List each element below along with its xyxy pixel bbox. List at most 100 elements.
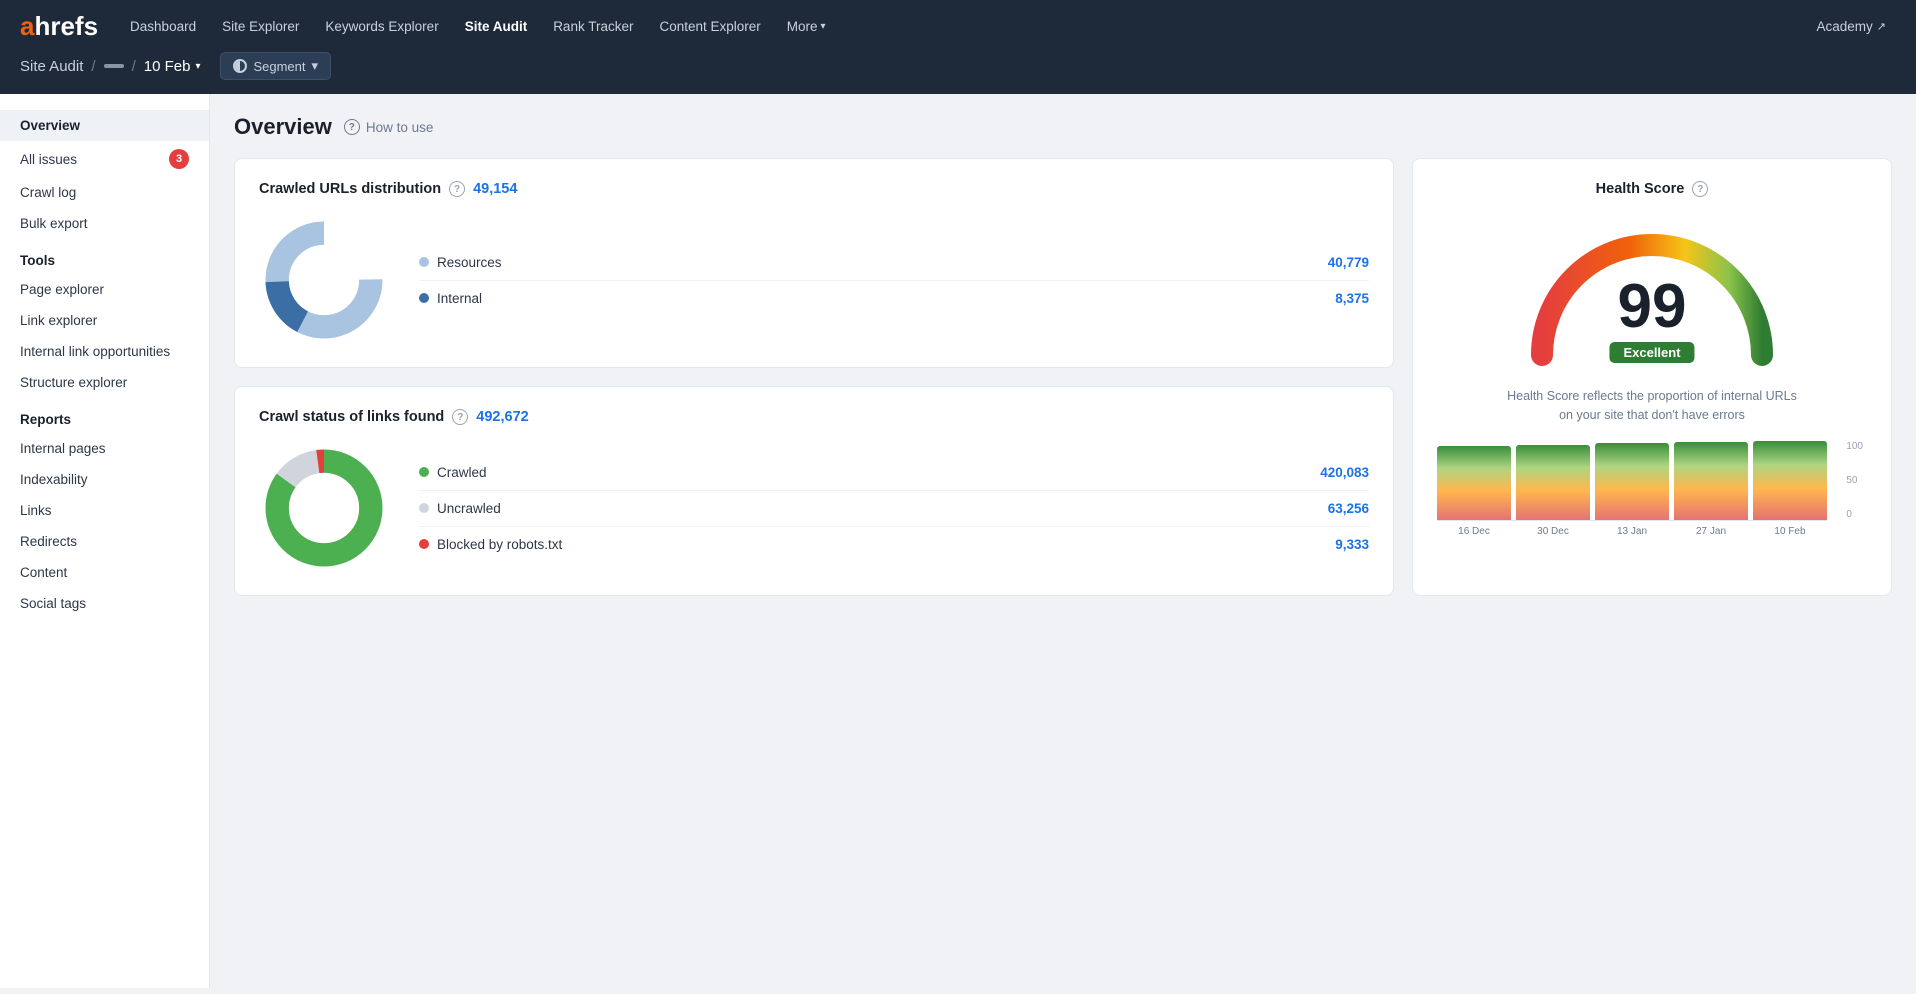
cards-grid: Crawled URLs distribution ? 49,154 [234, 158, 1892, 596]
sidebar-item-label: Internal pages [20, 441, 106, 456]
main-content: Overview ? How to use Crawled URLs distr… [210, 94, 1916, 988]
bar-3 [1595, 443, 1669, 520]
y-label-100: 100 [1846, 441, 1863, 452]
nav-rank-tracker[interactable]: Rank Tracker [543, 13, 643, 40]
crawled-urls-legend: Resources 40,779 Internal 8,375 [419, 245, 1369, 316]
crawled-label: Crawled [437, 465, 487, 480]
internal-value[interactable]: 8,375 [1335, 291, 1369, 306]
gauge-number: 99 [1609, 276, 1694, 338]
legend-item-resources: Resources 40,779 [419, 245, 1369, 281]
resources-value[interactable]: 40,779 [1328, 255, 1369, 270]
how-to-use-label: How to use [366, 120, 434, 135]
sidebar-item-label: Internal link opportunities [20, 344, 170, 359]
sidebar-item-bulk-export[interactable]: Bulk export [0, 208, 209, 239]
nav-dashboard[interactable]: Dashboard [120, 13, 206, 40]
sidebar-item-label: Links [20, 503, 52, 518]
gauge-score-overlay: 99 Excellent [1609, 276, 1694, 363]
sidebar-item-links[interactable]: Links [0, 495, 209, 526]
crawled-value[interactable]: 420,083 [1320, 465, 1369, 480]
sidebar-item-label: Indexability [20, 472, 88, 487]
how-to-use-button[interactable]: ? How to use [344, 119, 434, 135]
sidebar-item-all-issues[interactable]: All issues 3 [0, 141, 209, 177]
help-icon: ? [344, 119, 360, 135]
crawl-status-svg [259, 443, 389, 573]
bar-chart-bars: 100 50 0 [1437, 441, 1827, 521]
blocked-value[interactable]: 9,333 [1335, 537, 1369, 552]
sidebar-item-structure-explorer[interactable]: Structure explorer [0, 367, 209, 398]
health-score-info-icon[interactable]: ? [1692, 181, 1708, 197]
bar-5 [1753, 441, 1827, 520]
gauge-badge: Excellent [1609, 342, 1694, 363]
sidebar-item-label: Crawl log [20, 185, 76, 200]
crawled-urls-chart-row: Resources 40,779 Internal 8,375 [259, 215, 1369, 345]
nav-more[interactable]: More [777, 13, 836, 40]
crawled-urls-card: Crawled URLs distribution ? 49,154 [234, 158, 1394, 368]
bar-label-1: 30 Dec [1516, 526, 1590, 537]
sidebar-item-label: Redirects [20, 534, 77, 549]
bar-label-0: 16 Dec [1437, 526, 1511, 537]
sidebar-item-social-tags[interactable]: Social tags [0, 588, 209, 619]
health-bar-chart: 100 50 0 16 Dec 30 Dec 13 Jan 27 Jan 10 … [1437, 441, 1867, 537]
sidebar-item-overview[interactable]: Overview [0, 110, 209, 141]
sidebar-item-internal-link-opps[interactable]: Internal link opportunities [0, 336, 209, 367]
crawled-urls-info-icon[interactable]: ? [449, 181, 465, 197]
sidebar-item-label: All issues [20, 152, 77, 167]
sidebar-item-label: Social tags [20, 596, 86, 611]
sidebar: Overview All issues 3 Crawl log Bulk exp… [0, 94, 210, 988]
legend-item-crawled: Crawled 420,083 [419, 455, 1369, 491]
sidebar-item-redirects[interactable]: Redirects [0, 526, 209, 557]
crawled-urls-title-row: Crawled URLs distribution ? 49,154 [259, 181, 1369, 197]
crawled-dot [419, 467, 429, 477]
sidebar-item-link-explorer[interactable]: Link explorer [0, 305, 209, 336]
internal-label: Internal [437, 291, 482, 306]
y-label-50: 50 [1846, 475, 1863, 486]
page-title: Overview [234, 114, 332, 140]
nav-academy[interactable]: Academy [1807, 13, 1897, 40]
segment-chevron: ▾ [312, 58, 319, 74]
main-layout: Overview All issues 3 Crawl log Bulk exp… [0, 94, 1916, 988]
sidebar-item-page-explorer[interactable]: Page explorer [0, 274, 209, 305]
crawl-status-donut [259, 443, 389, 573]
logo[interactable]: ahrefs [20, 11, 98, 42]
segment-button[interactable]: Segment ▾ [220, 52, 331, 80]
breadcrumb-sep1: / [91, 58, 95, 75]
uncrawled-value[interactable]: 63,256 [1328, 501, 1369, 516]
donut-svg [259, 215, 389, 345]
bar-chart-labels: 16 Dec 30 Dec 13 Jan 27 Jan 10 Feb [1437, 526, 1827, 537]
crawled-urls-donut [259, 215, 389, 345]
sidebar-item-crawl-log[interactable]: Crawl log [0, 177, 209, 208]
y-axis: 100 50 0 [1846, 441, 1863, 520]
nav-content-explorer[interactable]: Content Explorer [649, 13, 770, 40]
sidebar-item-label: Overview [20, 118, 80, 133]
sidebar-item-internal-pages[interactable]: Internal pages [0, 433, 209, 464]
crawl-status-total[interactable]: 492,672 [476, 409, 528, 425]
uncrawled-label: Uncrawled [437, 501, 501, 516]
crawled-urls-total[interactable]: 49,154 [473, 181, 517, 197]
breadcrumb-site-name[interactable] [104, 64, 124, 68]
crawl-status-title-row: Crawl status of links found ? 492,672 [259, 409, 1369, 425]
gauge-container: 99 Excellent [1522, 215, 1782, 375]
breadcrumb-site-audit: Site Audit [20, 58, 83, 75]
bar-col-3 [1595, 443, 1669, 520]
sidebar-item-indexability[interactable]: Indexability [0, 464, 209, 495]
bar-label-4: 10 Feb [1753, 526, 1827, 537]
nav-site-explorer[interactable]: Site Explorer [212, 13, 309, 40]
nav-site-audit[interactable]: Site Audit [455, 13, 538, 40]
nav-keywords-explorer[interactable]: Keywords Explorer [315, 13, 448, 40]
uncrawled-dot [419, 503, 429, 513]
crawl-status-info-icon[interactable]: ? [452, 409, 468, 425]
crawl-status-chart-row: Crawled 420,083 Uncrawled 63,256 [259, 443, 1369, 573]
crawled-urls-title: Crawled URLs distribution [259, 181, 441, 197]
sidebar-item-label: Bulk export [20, 216, 88, 231]
resources-dot [419, 257, 429, 267]
legend-item-blocked: Blocked by robots.txt 9,333 [419, 527, 1369, 562]
y-label-0: 0 [1846, 509, 1863, 520]
bar-1 [1437, 446, 1511, 520]
legend-item-internal: Internal 8,375 [419, 281, 1369, 316]
breadcrumb-date[interactable]: 10 Feb [144, 58, 201, 75]
sidebar-item-label: Link explorer [20, 313, 97, 328]
sidebar-item-content[interactable]: Content [0, 557, 209, 588]
blocked-label: Blocked by robots.txt [437, 537, 562, 552]
health-score-card: Health Score ? [1412, 158, 1892, 596]
bar-col-1 [1437, 446, 1511, 520]
